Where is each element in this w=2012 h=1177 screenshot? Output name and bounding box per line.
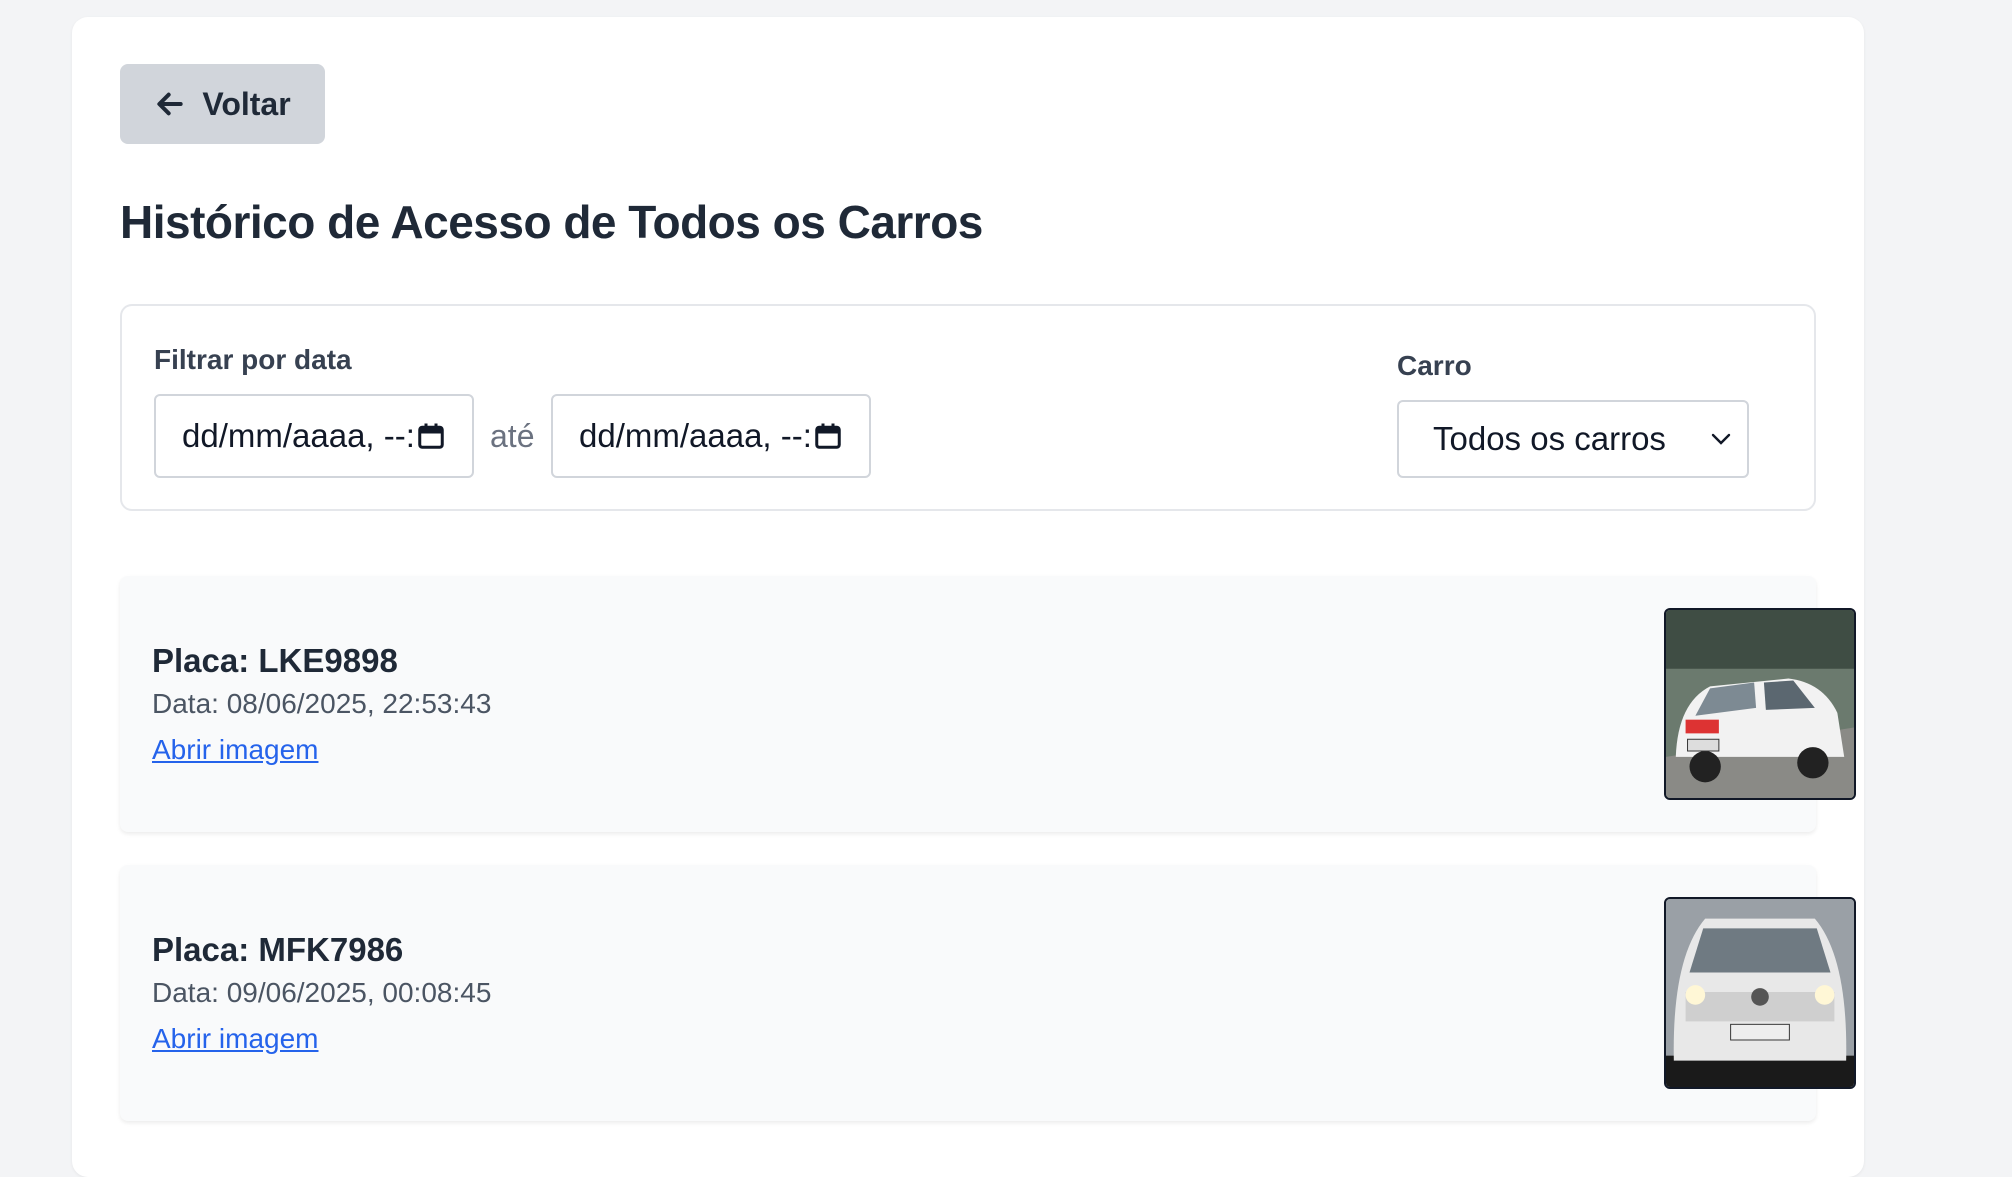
access-record: Placa: LKE9898 Data: 08/06/2025, 22:53:4… <box>120 576 1856 832</box>
history-panel: Voltar Histórico de Acesso de Todos os C… <box>72 17 1864 1177</box>
calendar-icon[interactable] <box>416 420 446 452</box>
car-thumbnail[interactable] <box>1664 608 1856 800</box>
date-range-separator: até <box>490 418 535 454</box>
car-select[interactable]: Todos os carros <box>1397 400 1749 478</box>
date-from-input[interactable]: dd/mm/aaaa, --:-- <box>154 394 474 478</box>
record-plate: Placa: MFK7986 <box>152 931 404 968</box>
record-date: Data: 09/06/2025, 00:08:45 <box>152 977 492 1008</box>
chevron-down-icon <box>1711 433 1731 445</box>
car-filter-label: Carro <box>1397 350 1472 381</box>
page-title: Histórico de Acesso de Todos os Carros <box>120 196 983 248</box>
access-record: Placa: MFK7986 Data: 09/06/2025, 00:08:4… <box>120 865 1856 1121</box>
record-plate: Placa: LKE9898 <box>152 642 398 679</box>
filter-box: Filtrar por data dd/mm/aaaa, --:-- até d… <box>120 304 1816 511</box>
car-photo-image <box>1666 899 1854 1087</box>
calendar-icon[interactable] <box>813 420 843 452</box>
date-from-placeholder: dd/mm/aaaa, --:-- <box>182 417 416 454</box>
back-button-label: Voltar <box>202 85 291 122</box>
record-date: Data: 08/06/2025, 22:53:43 <box>152 688 492 719</box>
date-filter-label: Filtrar por data <box>154 344 352 375</box>
car-photo-image <box>1666 610 1854 798</box>
car-select-value: Todos os carros <box>1433 420 1666 457</box>
date-to-placeholder: dd/mm/aaaa, --:-- <box>579 417 813 454</box>
arrow-left-icon <box>157 92 184 116</box>
date-to-input[interactable]: dd/mm/aaaa, --:-- <box>551 394 871 478</box>
open-image-link[interactable]: Abrir imagem <box>152 1023 318 1055</box>
back-button[interactable]: Voltar <box>120 64 325 144</box>
open-image-link[interactable]: Abrir imagem <box>152 734 318 766</box>
car-thumbnail[interactable] <box>1664 897 1856 1089</box>
